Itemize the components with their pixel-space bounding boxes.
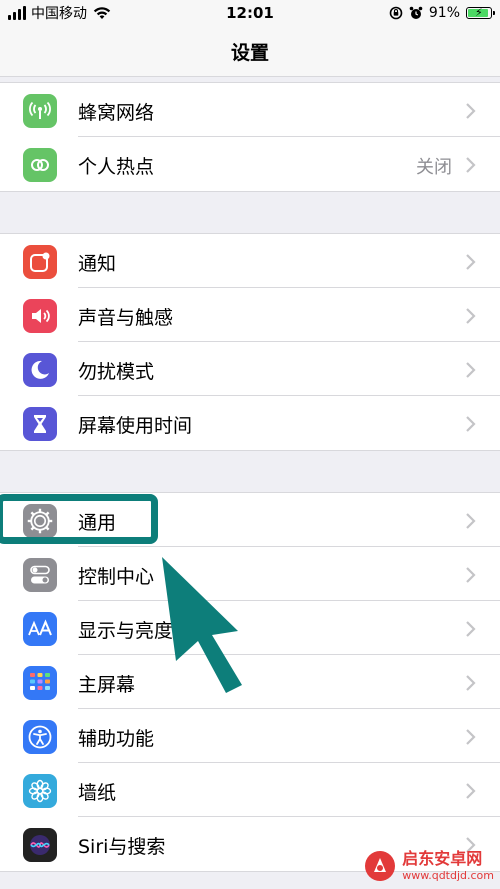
settings-row-value: 关闭 xyxy=(416,157,452,178)
watermark-url: www.qdtdjd.com xyxy=(402,869,494,882)
flower-icon xyxy=(23,774,57,808)
settings-row-wallpaper[interactable]: 墙纸 xyxy=(0,763,500,817)
watermark-name: 启东安卓网 xyxy=(402,849,483,868)
settings-group-system: 通用 控制中心 显示与亮度 主屏幕 辅助功能 墙纸 Siri与搜索 xyxy=(0,492,500,872)
settings-group-connectivity: 蜂窝网络 个人热点 关闭 xyxy=(0,82,500,192)
watermark-logo-icon xyxy=(365,851,396,881)
chevron-right-icon xyxy=(466,567,476,583)
settings-row-accessibility[interactable]: 辅助功能 xyxy=(0,709,500,763)
navigation-bar: 设置 xyxy=(0,26,500,77)
settings-row-label: 勿扰模式 xyxy=(78,361,155,383)
highlight-box-general xyxy=(0,494,158,544)
chevron-right-icon xyxy=(466,675,476,691)
watermark: 启东安卓网 www.qdtdjd.com xyxy=(364,850,494,882)
settings-row-do-not-disturb[interactable]: 勿扰模式 xyxy=(0,342,500,396)
settings-row-sounds-haptics[interactable]: 声音与触感 xyxy=(0,288,500,342)
chevron-right-icon xyxy=(466,729,476,745)
chevron-right-icon xyxy=(466,362,476,378)
home-grid-icon xyxy=(23,666,57,700)
settings-row-label: 辅助功能 xyxy=(78,728,155,750)
settings-group-notifications: 通知 声音与触感 勿扰模式 屏幕使用时间 xyxy=(0,233,500,451)
page-title: 设置 xyxy=(230,42,269,64)
notifications-icon xyxy=(23,245,57,279)
chevron-right-icon xyxy=(466,783,476,799)
status-bar: 中国移动 12:01 91% ⚡ xyxy=(0,0,500,26)
settings-row-personal-hotspot[interactable]: 个人热点 关闭 xyxy=(0,137,500,191)
settings-row-notifications[interactable]: 通知 xyxy=(0,234,500,288)
siri-icon xyxy=(23,828,57,862)
chevron-right-icon xyxy=(466,308,476,324)
settings-row-label: Siri与搜索 xyxy=(78,836,166,858)
settings-row-cellular[interactable]: 蜂窝网络 xyxy=(0,83,500,137)
settings-row-label: 主屏幕 xyxy=(78,674,136,696)
text-size-icon xyxy=(23,612,57,646)
hourglass-icon xyxy=(23,407,57,441)
accessibility-icon xyxy=(23,720,57,754)
battery-icon: ⚡ xyxy=(466,6,495,19)
settings-row-label: 蜂窝网络 xyxy=(78,102,155,124)
chevron-right-icon xyxy=(466,621,476,637)
cellular-antenna-icon xyxy=(23,94,57,128)
personal-hotspot-icon xyxy=(23,148,57,182)
charging-bolt-icon: ⚡ xyxy=(475,6,483,19)
rotation-lock-icon xyxy=(389,6,403,20)
moon-icon xyxy=(23,353,57,387)
chevron-right-icon xyxy=(466,254,476,270)
settings-row-label: 墙纸 xyxy=(78,782,117,804)
chevron-right-icon xyxy=(466,157,476,173)
settings-row-display-brightness[interactable]: 显示与亮度 xyxy=(0,601,500,655)
settings-row-label: 屏幕使用时间 xyxy=(78,415,193,437)
chevron-right-icon xyxy=(466,416,476,432)
settings-row-label: 声音与触感 xyxy=(78,307,174,329)
alarm-icon xyxy=(409,6,423,19)
chevron-right-icon xyxy=(466,513,476,529)
settings-row-label: 个人热点 xyxy=(78,156,155,178)
settings-row-screen-time[interactable]: 屏幕使用时间 xyxy=(0,396,500,450)
settings-row-home-screen[interactable]: 主屏幕 xyxy=(0,655,500,709)
settings-row-label: 通知 xyxy=(78,253,117,275)
battery-percentage: 91% xyxy=(428,5,460,21)
speaker-icon xyxy=(23,299,57,333)
toggle-switches-icon xyxy=(23,558,57,592)
settings-row-control-center[interactable]: 控制中心 xyxy=(0,547,500,601)
chevron-right-icon xyxy=(466,103,476,119)
pointer-arrow-icon xyxy=(162,557,242,693)
